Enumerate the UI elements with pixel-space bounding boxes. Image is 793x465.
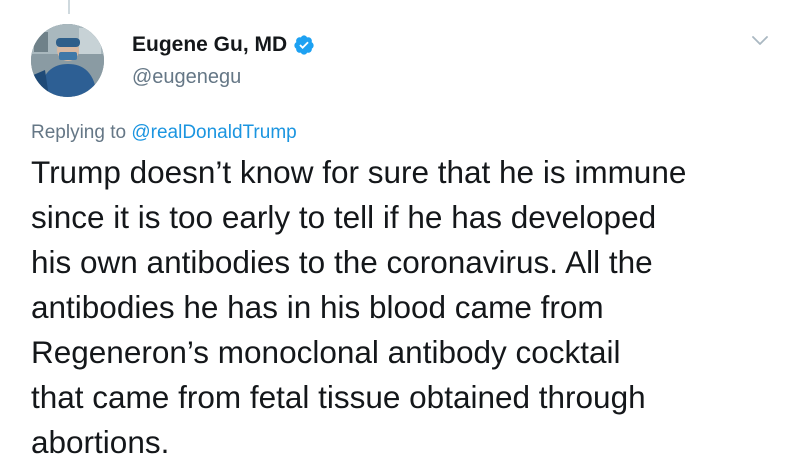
tweet-card: Eugene Gu, MD @eugenegu Replying to @rea… (0, 0, 793, 465)
reply-prefix: Replying to (31, 122, 127, 143)
avatar[interactable] (31, 24, 104, 97)
verified-badge-icon (293, 34, 315, 56)
reply-context: Replying to @realDonaldTrump (31, 122, 297, 144)
avatar-image (31, 24, 104, 97)
chevron-down-icon[interactable] (750, 34, 770, 48)
reply-mention-link[interactable]: @realDonaldTrump (131, 122, 296, 143)
tweet-body-text: Trump doesn’t know for sure that he is i… (31, 154, 687, 460)
author-display-name[interactable]: Eugene Gu, MD (132, 33, 287, 57)
thread-connector-line (68, 0, 70, 14)
author-name-row[interactable]: Eugene Gu, MD (132, 32, 315, 58)
author-handle[interactable]: @eugenegu (132, 66, 241, 89)
